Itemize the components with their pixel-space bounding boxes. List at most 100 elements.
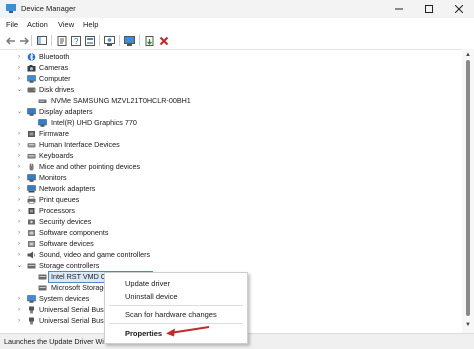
properties-toolbar-button[interactable] [55,34,68,47]
show-hide-console-tree-button[interactable] [35,34,48,47]
tree-item-nvme-samsung[interactable]: NVMe SAMSUNG MZVL21T0HCLR-00BH1 [0,96,420,106]
maximize-button[interactable] [414,0,444,18]
chevron-right-icon[interactable]: › [18,218,24,226]
chevron-right-icon[interactable]: › [18,306,24,314]
tree-item-monitors[interactable]: › Monitors [0,173,420,183]
tree-item-label: Print queues [39,195,80,204]
computer-icon [27,75,36,83]
tree-item-keyboards[interactable]: › Keyboards [0,151,420,161]
chevron-right-icon[interactable]: › [18,240,24,248]
tree-item-human-interface-devices[interactable]: › Human Interface Devices [0,140,420,150]
tree-item-software-devices[interactable]: › Software devices [0,239,420,249]
view-list-icon [84,35,95,46]
software-device-icon [28,241,35,247]
chevron-right-icon[interactable]: › [18,229,24,237]
tree-item-firmware[interactable]: › Firmware [0,129,420,139]
properties-menu-item[interactable]: Properties [125,329,162,338]
chevron-right-icon[interactable]: › [18,130,24,138]
network-adapter-icon [27,185,36,193]
update-driver-menu-item[interactable]: Update driver [125,279,170,288]
add-driver-icon [145,35,154,46]
tree-item-label: Computer [39,74,71,83]
chevron-right-icon[interactable]: › [18,64,24,72]
menu-view[interactable]: View [58,20,74,29]
uninstall-toolbar-button[interactable] [157,34,170,47]
tree-item-bluetooth[interactable]: › Bluetooth [0,52,420,62]
disk-drive-icon [38,99,47,103]
tree-item-label: Firmware [39,129,69,138]
menu-help[interactable]: Help [83,20,98,29]
tree-item-storage-controllers[interactable]: ⌄ Storage controllers [0,261,420,271]
scroll-up-icon[interactable]: ▲ [465,52,471,58]
toolbar-separator [139,35,140,46]
chevron-right-icon[interactable]: › [18,75,24,83]
chevron-down-icon[interactable]: ⌄ [17,262,23,270]
usb-icon [29,317,34,325]
chevron-right-icon[interactable]: › [18,185,24,193]
chevron-right-icon[interactable]: › [18,163,24,171]
view-toolbar-button[interactable] [83,34,96,47]
tree-item-cameras[interactable]: › Cameras [0,63,420,73]
tree-item-network-adapters[interactable]: › Network adapters [0,184,420,194]
toolbar: ? [0,32,474,50]
chevron-right-icon[interactable]: › [18,207,24,215]
tree-item-label: Sound, video and game controllers [39,250,151,259]
add-driver-toolbar-button[interactable] [143,34,156,47]
tree-item-security-devices[interactable]: › Security devices [0,217,420,227]
console-tree-icon [36,36,47,45]
scan-toolbar-button[interactable] [103,34,116,47]
tree-item-display-adapters[interactable]: ⌄ Display adapters [0,107,420,117]
chevron-right-icon[interactable]: › [18,174,24,182]
update-driver-toolbar-button[interactable] [123,34,136,47]
tree-item-label: NVMe SAMSUNG MZVL21T0HCLR-00BH1 [51,96,191,105]
tree-item-processors[interactable]: › Processors [0,206,420,216]
disk-drive-icon [27,87,36,93]
chevron-right-icon[interactable]: › [18,141,24,149]
scan-hardware-changes-menu-item[interactable]: Scan for hardware changes [125,310,217,319]
speaker-icon [27,251,36,259]
tree-item-label: Intel(R) UHD Graphics 770 [51,118,137,127]
title-bar: Device Manager [0,0,474,18]
uninstall-device-menu-item[interactable]: Uninstall device [125,292,178,301]
forward-arrow-icon [19,36,29,45]
chevron-right-icon[interactable]: › [18,152,24,160]
tree-item-intel-uhd-graphics[interactable]: Intel(R) UHD Graphics 770 [0,118,420,128]
minimize-button[interactable] [384,0,414,18]
help-icon: ? [70,35,81,46]
menu-file[interactable]: File [6,20,18,29]
tree-item-disk-drives[interactable]: ⌄ Disk drives [0,85,420,95]
minimize-icon [395,8,403,10]
chevron-right-icon[interactable]: › [18,53,24,61]
storage-controller-icon [38,285,47,291]
tree-item-print-queues[interactable]: › Print queues [0,195,420,205]
system-device-icon [27,295,36,303]
chevron-right-icon[interactable]: › [18,295,24,303]
close-icon [455,5,463,13]
monitor-icon [124,35,135,46]
tree-item-sound-video-game[interactable]: › Sound, video and game controllers [0,250,420,260]
tree-item-mice[interactable]: › Mice and other pointing devices [0,162,420,172]
close-button[interactable] [444,0,474,18]
tree-item-label: Human Interface Devices [39,140,120,149]
toolbar-separator [119,35,120,46]
menu-separator [109,305,243,306]
scrollbar-thumb[interactable] [466,60,470,316]
device-manager-icon [6,4,16,13]
chevron-down-icon[interactable]: ⌄ [17,86,23,94]
chevron-right-icon[interactable]: › [18,317,24,325]
tree-item-label: Keyboards [39,151,74,160]
tree-item-software-components[interactable]: › Software components [0,228,420,238]
help-toolbar-button[interactable]: ? [69,34,82,47]
chevron-down-icon[interactable]: ⌄ [17,108,23,116]
tree-item-label: Monitors [39,173,67,182]
menu-action[interactable]: Action [27,20,48,29]
display-adapter-icon [38,119,47,127]
back-button[interactable] [4,34,17,47]
scroll-down-icon[interactable]: ▼ [465,322,471,328]
chevron-right-icon[interactable]: › [18,196,24,204]
scan-hardware-icon [104,35,115,46]
tree-item-label: Software devices [39,239,94,248]
forward-button[interactable] [17,34,30,47]
tree-item-computer[interactable]: › Computer [0,74,420,84]
chevron-right-icon[interactable]: › [18,251,24,259]
